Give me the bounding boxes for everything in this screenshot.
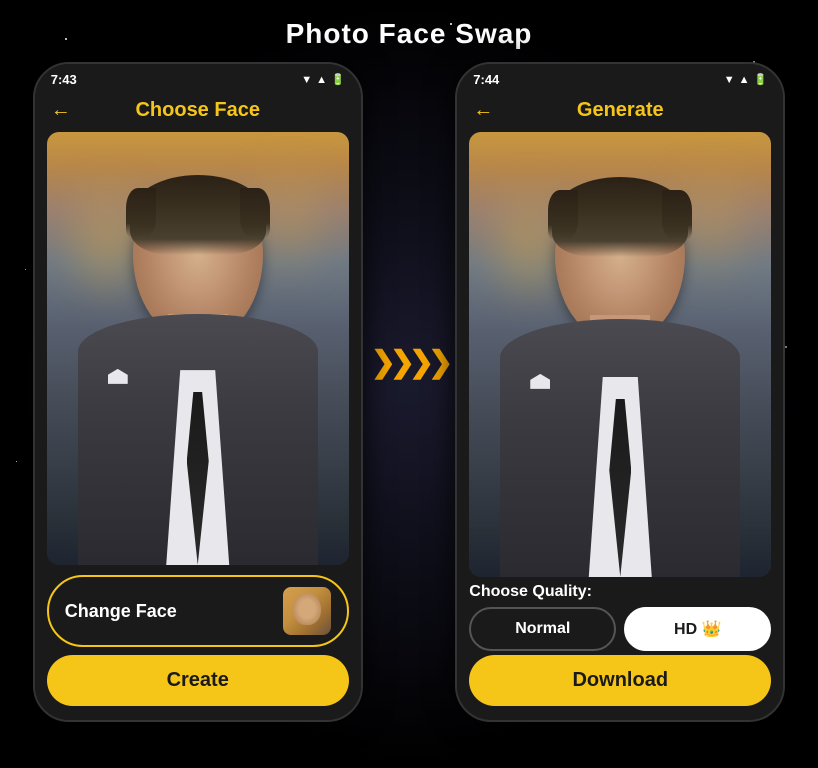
- quality-hd-button[interactable]: HD 👑: [624, 607, 771, 651]
- quality-section: Choose Quality: Normal HD 👑: [457, 577, 783, 655]
- arrow-chevrons: ❯❯❯❯: [371, 345, 448, 380]
- right-signal-icon: ▼: [724, 74, 735, 86]
- right-header-title: Generate: [577, 99, 664, 122]
- right-battery-icon: 🔋: [754, 73, 768, 86]
- change-face-button[interactable]: Change Face: [47, 575, 349, 647]
- left-status-time: 7:43: [51, 72, 77, 87]
- face-thumbnail: [283, 587, 331, 635]
- right-hair-side-right: [662, 190, 692, 240]
- right-phone-header: ← Generate: [457, 91, 783, 132]
- right-hair-side-left: [548, 190, 578, 240]
- left-status-icons: ▼ ▲ 🔋: [301, 73, 344, 86]
- left-back-button[interactable]: ←: [51, 99, 71, 122]
- page-title: Photo Face Swap: [0, 0, 818, 62]
- wifi-icon: ▲: [316, 74, 327, 86]
- create-button[interactable]: Create: [47, 655, 349, 706]
- quality-normal-label: Normal: [515, 620, 570, 637]
- battery-icon: 🔋: [331, 73, 345, 86]
- create-label: Create: [167, 669, 229, 691]
- right-status-time: 7:44: [473, 72, 499, 87]
- download-label: Download: [572, 669, 668, 691]
- phones-container: 7:43 ▼ ▲ 🔋 ← Choose Face: [0, 62, 818, 722]
- change-face-label: Change Face: [65, 601, 177, 622]
- arrow-connector: ❯❯❯❯: [363, 345, 456, 380]
- quality-hd-label: HD 👑: [674, 621, 721, 638]
- left-phone: 7:43 ▼ ▲ 🔋 ← Choose Face: [33, 62, 363, 722]
- hair-side-right: [240, 188, 270, 238]
- right-phone: 7:44 ▼ ▲ 🔋 ← Generate: [455, 62, 785, 722]
- download-button[interactable]: Download: [469, 655, 771, 706]
- right-status-icons: ▼ ▲ 🔋: [724, 73, 767, 86]
- right-wifi-icon: ▲: [739, 74, 750, 86]
- right-status-bar: 7:44 ▼ ▲ 🔋: [457, 64, 783, 91]
- left-phone-bottom: Change Face Create: [35, 565, 361, 720]
- quality-section-label: Choose Quality:: [469, 583, 771, 601]
- left-status-bar: 7:43 ▼ ▲ 🔋: [35, 64, 361, 91]
- right-portrait-area: [469, 132, 771, 577]
- left-portrait-image: [47, 132, 349, 565]
- quality-options: Normal HD 👑: [469, 607, 771, 651]
- left-portrait-area: [47, 132, 349, 565]
- hair-side-left: [126, 188, 156, 238]
- right-back-button[interactable]: ←: [473, 99, 493, 122]
- left-phone-header: ← Choose Face: [35, 91, 361, 132]
- left-header-title: Choose Face: [135, 99, 259, 122]
- quality-normal-button[interactable]: Normal: [469, 607, 616, 651]
- signal-icon: ▼: [301, 74, 312, 86]
- right-portrait-image: [469, 132, 771, 577]
